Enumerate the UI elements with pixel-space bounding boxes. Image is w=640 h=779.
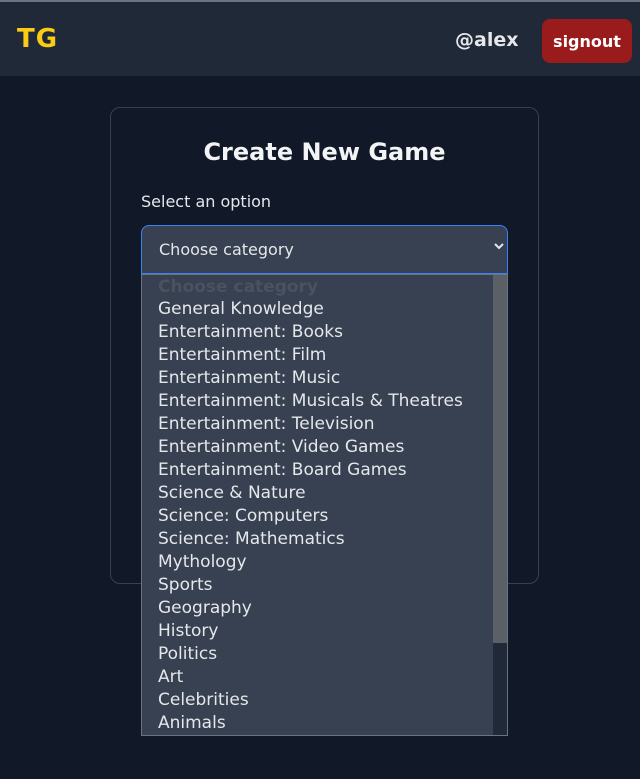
page-title: Create New Game: [203, 138, 446, 166]
app-logo[interactable]: TG: [17, 24, 58, 54]
username-label[interactable]: @alex: [455, 29, 518, 51]
dropdown-option[interactable]: Science: Mathematics: [158, 528, 345, 551]
signout-button[interactable]: signout: [542, 19, 632, 63]
category-select-value: Choose category: [159, 240, 294, 259]
dropdown-option[interactable]: Science: Computers: [158, 505, 328, 528]
dropdown-option[interactable]: Mythology: [158, 551, 247, 574]
dropdown-option-choose-category[interactable]: Choose category: [158, 276, 318, 299]
dropdown-option[interactable]: Entertainment: Books: [158, 321, 343, 344]
category-dropdown-list[interactable]: Choose category General Knowledge Entert…: [141, 274, 508, 736]
dropdown-option[interactable]: Sports: [158, 574, 213, 597]
dropdown-option[interactable]: General Knowledge: [158, 298, 324, 321]
top-navigation-bar: TG @alex signout: [0, 0, 640, 76]
dropdown-option[interactable]: Entertainment: Film: [158, 344, 326, 367]
dropdown-option[interactable]: Entertainment: Music: [158, 367, 340, 390]
chevron-down-icon: [494, 243, 504, 250]
dropdown-option[interactable]: Celebrities: [158, 689, 249, 712]
dropdown-option[interactable]: Entertainment: Television: [158, 413, 374, 436]
dropdown-option[interactable]: History: [158, 620, 218, 643]
dropdown-option[interactable]: Art: [158, 666, 183, 689]
dropdown-option[interactable]: Entertainment: Board Games: [158, 459, 407, 482]
dropdown-option[interactable]: Animals: [158, 712, 226, 735]
dropdown-option[interactable]: Politics: [158, 643, 217, 666]
dropdown-scrollbar-thumb[interactable]: [493, 275, 507, 643]
dropdown-option[interactable]: Geography: [158, 597, 252, 620]
dropdown-option[interactable]: Science & Nature: [158, 482, 306, 505]
category-select[interactable]: Choose category: [141, 225, 508, 274]
category-field-label: Select an option: [141, 192, 272, 211]
dropdown-option[interactable]: Entertainment: Musicals & Theatres: [158, 390, 463, 413]
dropdown-option[interactable]: Entertainment: Video Games: [158, 436, 404, 459]
